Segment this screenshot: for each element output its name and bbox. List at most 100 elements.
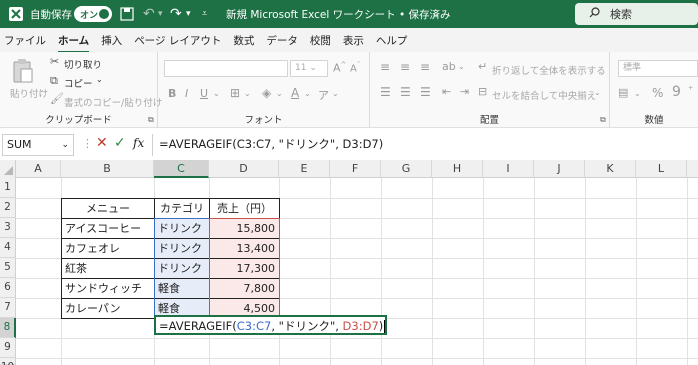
redo-icon[interactable]: ↷ (170, 0, 182, 28)
tab-page-layout[interactable]: ページ レイアウト (134, 33, 221, 48)
tab-insert[interactable]: 挿入 (101, 33, 122, 48)
cell-d6[interactable]: 7,800 (209, 278, 280, 299)
row-header-2[interactable]: 2 (0, 198, 16, 218)
row-header-7[interactable]: 7 (0, 298, 16, 318)
enter-icon[interactable]: ✓ (114, 135, 126, 151)
cell-d3[interactable]: 15,800 (209, 218, 280, 239)
orientation-icon[interactable]: ab (442, 60, 456, 73)
col-header-l[interactable]: L (636, 160, 687, 178)
select-all-corner[interactable] (0, 160, 16, 178)
cell-c3[interactable]: ドリンク (154, 218, 210, 239)
font-size-combo[interactable]: 11 ⌄ (290, 60, 328, 77)
underline-dropdown-icon[interactable]: ⌄ (213, 89, 220, 98)
paste-dropdown-icon[interactable]: ⌄ (38, 85, 45, 94)
cell-b5[interactable]: 紅茶 (61, 258, 155, 279)
tab-formulas[interactable]: 数式 (233, 33, 254, 48)
fill-color-icon[interactable]: ◈ (262, 86, 271, 100)
insert-function-icon[interactable]: fx (133, 136, 144, 150)
cell-d5[interactable]: 17,300 (209, 258, 280, 279)
cell-b3[interactable]: アイスコーヒー (61, 218, 155, 239)
number-format-combo[interactable]: 標準 (618, 60, 698, 77)
increase-indent-icon[interactable]: ⇥ (460, 85, 469, 98)
tab-help[interactable]: ヘルプ (376, 33, 408, 48)
redo-dropdown-icon[interactable]: ▾ (186, 0, 191, 28)
row-header-3[interactable]: 3 (0, 218, 16, 238)
copy-dropdown-icon[interactable]: ⌄ (96, 75, 103, 84)
bold-icon[interactable]: B (168, 87, 176, 100)
col-header-c[interactable]: C (154, 160, 209, 178)
clipboard-launcher-icon[interactable]: ⧉ (148, 115, 154, 125)
merge-center-icon[interactable]: ⊟ (478, 85, 487, 98)
tab-data[interactable]: データ (266, 33, 298, 48)
col-header-f[interactable]: F (330, 160, 381, 178)
row-header-4[interactable]: 4 (0, 238, 16, 258)
col-header-d[interactable]: D (209, 160, 279, 178)
row-header-9[interactable]: 9 (0, 338, 16, 358)
table-header-category[interactable]: カテゴリ (154, 198, 210, 219)
borders-dropdown-icon[interactable]: ⌄ (244, 89, 251, 98)
cancel-icon[interactable]: ✕ (96, 135, 108, 151)
merge-center-button[interactable]: セルを結合して中央揃え (492, 88, 596, 102)
shrink-font-icon[interactable]: Aˇ (350, 61, 360, 74)
name-box[interactable]: SUM ⌄ (2, 134, 74, 156)
underline-icon[interactable]: U (200, 87, 208, 100)
cell-b6[interactable]: サンドウィッチ (61, 278, 155, 299)
comma-style-icon[interactable]: 9 (672, 84, 681, 100)
align-right-icon[interactable]: ☰ (420, 85, 431, 99)
col-header-a[interactable]: A (16, 160, 61, 178)
row-header-6[interactable]: 6 (0, 278, 16, 298)
align-bottom-icon[interactable]: ≡ (420, 60, 430, 74)
col-header-b[interactable]: B (61, 160, 154, 178)
cell-c6[interactable]: 軽食 (154, 278, 210, 299)
table-header-menu[interactable]: メニュー (61, 198, 155, 219)
align-middle-icon[interactable]: ≡ (400, 60, 410, 74)
accounting-format-icon[interactable]: ▤ (618, 86, 628, 99)
accounting-dropdown-icon[interactable]: ⌄ (634, 89, 641, 98)
tab-view[interactable]: 表示 (343, 33, 364, 48)
wrap-text-button[interactable]: 折り返して全体を表示する (492, 63, 606, 77)
wrap-text-icon[interactable]: ↵ (478, 60, 487, 73)
font-color-dropdown-icon[interactable]: ⌄ (304, 89, 311, 98)
undo-dropdown-icon[interactable]: ▾ (158, 0, 163, 28)
copy-button[interactable]: コピー (64, 76, 93, 90)
autosave-toggle[interactable]: オン (74, 6, 112, 22)
align-center-icon[interactable]: ☰ (400, 85, 411, 99)
tab-file[interactable]: ファイル (4, 33, 46, 48)
fill-color-dropdown-icon[interactable]: ⌄ (276, 89, 283, 98)
row-header-5[interactable]: 5 (0, 258, 16, 278)
decrease-indent-icon[interactable]: ⇤ (442, 85, 451, 98)
align-top-icon[interactable]: ≡ (380, 60, 390, 74)
col-header-k[interactable]: K (585, 160, 636, 178)
row-header-1[interactable]: 1 (0, 178, 16, 198)
cut-button[interactable]: 切り取り (64, 57, 102, 71)
phonetic-icon[interactable]: ア (318, 87, 329, 103)
formula-input[interactable]: =AVERAGEIF(C3:C7, "ドリンク", D3:D7) (152, 134, 698, 156)
align-left-icon[interactable]: ☰ (380, 85, 391, 99)
cell-c5[interactable]: ドリンク (154, 258, 210, 279)
editing-cell-c8[interactable]: =AVERAGEIF(C3:C7, "ドリンク", D3:D7) (154, 315, 388, 335)
row-header-10[interactable]: 10 (0, 358, 16, 365)
col-header-h[interactable]: H (432, 160, 483, 178)
tab-review[interactable]: 校閲 (310, 33, 331, 48)
col-header-g[interactable]: G (381, 160, 432, 178)
cell-d4[interactable]: 13,400 (209, 238, 280, 259)
save-icon[interactable] (120, 0, 134, 28)
undo-icon[interactable]: ↶ (143, 0, 155, 28)
font-name-combo[interactable] (164, 60, 288, 77)
format-painter-button[interactable]: 書式のコピー/貼り付け (64, 95, 162, 109)
borders-icon[interactable]: ⊞ (230, 86, 240, 100)
cell-c4[interactable]: ドリンク (154, 238, 210, 259)
font-color-icon[interactable]: A (291, 86, 299, 100)
col-header-i[interactable]: I (483, 160, 534, 178)
alignment-launcher-icon[interactable]: ⧉ (600, 115, 606, 125)
orientation-dropdown-icon[interactable]: ⌄ (458, 62, 465, 71)
percent-style-icon[interactable]: % (652, 86, 663, 100)
title-dropdown-icon[interactable]: ⌄ (432, 0, 440, 28)
italic-icon[interactable]: I (185, 87, 188, 100)
row-header-8[interactable]: 8 (0, 318, 16, 338)
table-header-sales[interactable]: 売上（円） (209, 198, 280, 219)
phonetic-dropdown-icon[interactable]: ⌄ (332, 89, 339, 98)
paste-icon[interactable] (12, 58, 34, 87)
col-header-j[interactable]: J (534, 160, 585, 178)
name-box-dropdown-icon[interactable]: ⌄ (61, 135, 69, 155)
